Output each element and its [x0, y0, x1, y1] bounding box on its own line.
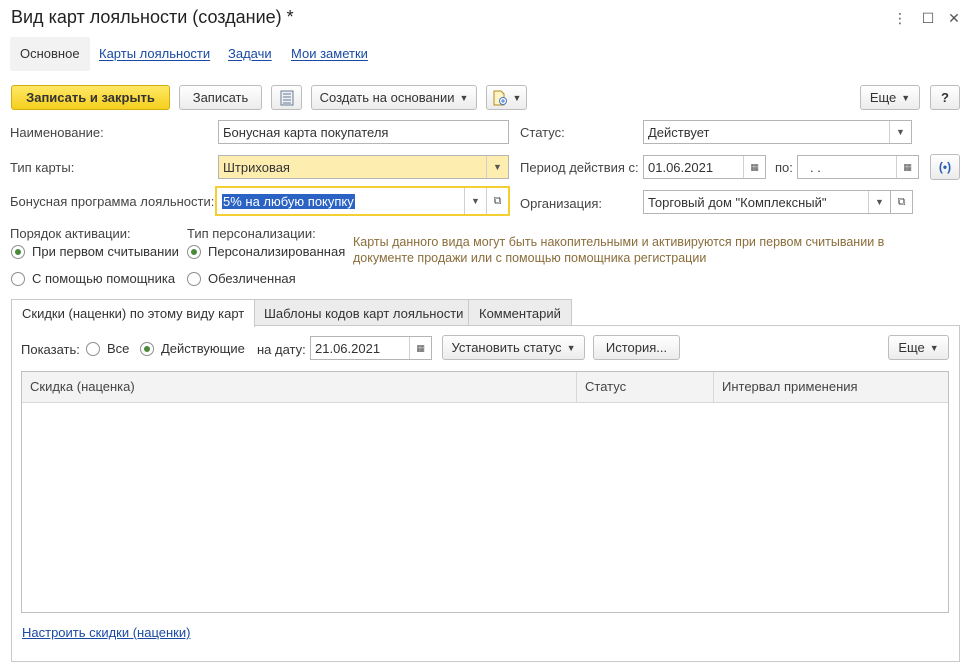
card-type-label: Тип карты: — [10, 160, 75, 175]
more-label: Еще — [869, 90, 897, 105]
calendar-icon[interactable]: ▦ — [896, 156, 918, 178]
name-value: Бонусная карта покупателя — [223, 124, 389, 140]
show-all-radio[interactable]: Все — [86, 341, 129, 356]
report-button[interactable] — [271, 85, 302, 110]
name-label: Наименование: — [10, 125, 104, 140]
program-select[interactable]: 5% на любую покупку ▼ ⧉ — [215, 186, 510, 216]
radio-label: Все — [107, 341, 130, 356]
activation-label: Порядок активации: — [10, 226, 131, 241]
show-active-radio[interactable]: Действующие — [140, 341, 245, 356]
chevron-down-icon: ▼ — [459, 92, 469, 103]
help-icon: ? — [941, 90, 949, 105]
nav-main[interactable]: Основное — [10, 37, 90, 71]
broadcast-icon: (•) — [938, 160, 952, 174]
save-and-close-button[interactable]: Записать и закрыть — [11, 85, 170, 110]
set-status-label: Установить статус — [451, 340, 562, 355]
save-and-close-label: Записать и закрыть — [26, 90, 155, 105]
organization-select[interactable]: Торговый дом "Комплексный" ▼ — [643, 190, 891, 214]
nav-tasks[interactable]: Задачи — [228, 37, 272, 71]
period-to-value: . . — [810, 159, 821, 175]
anonymous-radio[interactable]: Обезличенная — [187, 271, 296, 286]
date-label: на дату: — [257, 342, 306, 357]
document-list-icon — [280, 90, 293, 105]
personalization-label: Тип персонализации: — [187, 226, 316, 241]
period-from-value: 01.06.2021 — [648, 159, 714, 175]
show-label: Показать: — [21, 342, 80, 357]
configure-discounts-link[interactable]: Настроить скидки (наценки) — [22, 625, 190, 640]
period-from-label: Период действия с: — [520, 160, 639, 175]
tab-comment[interactable]: Комментарий — [468, 299, 572, 326]
dropdown-icon[interactable]: ▼ — [868, 191, 890, 213]
radio-dot — [11, 271, 25, 286]
tab-code-templates[interactable]: Шаблоны кодов карт лояльности — [253, 299, 475, 326]
personalized-radio[interactable]: Персонализированная — [187, 244, 345, 259]
column-header-status[interactable]: Статус — [577, 372, 714, 403]
period-settings-button[interactable]: (•) — [930, 154, 960, 180]
status-value: Действует — [648, 124, 710, 140]
history-button[interactable]: История... — [593, 335, 680, 360]
attachments-button[interactable]: ▼ — [486, 85, 527, 110]
dropdown-icon[interactable]: ▼ — [889, 121, 911, 143]
activation-first-read-radio[interactable]: При первом считывании — [11, 244, 179, 259]
program-label: Бонусная программа лояльности: — [10, 194, 215, 209]
card-type-value: Штриховая — [223, 159, 290, 175]
column-header-interval[interactable]: Интервал применения — [714, 372, 950, 403]
filter-date-value: 21.06.2021 — [315, 340, 381, 356]
radio-label: При первом считывании — [32, 244, 179, 259]
open-icon[interactable]: ⧉ — [486, 188, 508, 214]
chevron-down-icon: ▼ — [512, 92, 522, 103]
close-icon[interactable]: ✕ — [943, 8, 965, 28]
activation-assistant-radio[interactable]: С помощью помощника — [11, 271, 175, 286]
history-label: История... — [605, 340, 668, 355]
radio-dot — [86, 341, 100, 356]
radio-label: Действующие — [161, 341, 245, 356]
grid-more-label: Еще — [898, 340, 925, 355]
discounts-table[interactable]: Скидка (наценка) Статус Интервал примене… — [21, 371, 949, 613]
dropdown-icon[interactable]: ▼ — [464, 188, 486, 214]
period-to-input[interactable]: . . ▦ — [797, 155, 919, 179]
radio-dot — [11, 244, 25, 259]
chevron-down-icon: ▼ — [929, 342, 939, 353]
table-header: Скидка (наценка) Статус Интервал примене… — [22, 372, 948, 403]
maximize-icon[interactable]: ☐ — [917, 8, 939, 28]
more-button[interactable]: Еще ▼ — [860, 85, 920, 110]
calendar-icon[interactable]: ▦ — [743, 156, 765, 178]
create-based-on-label: Создать на основании — [319, 90, 455, 105]
help-button[interactable]: ? — [930, 85, 960, 110]
save-button[interactable]: Записать — [179, 85, 262, 110]
radio-label: С помощью помощника — [32, 271, 176, 286]
radio-dot — [187, 271, 201, 286]
hint-text: Карты данного вида могут быть накопитель… — [353, 235, 885, 265]
organization-value: Торговый дом "Комплексный" — [648, 194, 827, 210]
chevron-down-icon: ▼ — [566, 342, 576, 353]
nav-notes[interactable]: Мои заметки — [291, 37, 368, 71]
column-header-discount[interactable]: Скидка (наценка) — [22, 372, 577, 403]
period-to-label: по: — [775, 160, 793, 175]
window-title: Вид карт лояльности (создание) * — [11, 7, 294, 27]
attach-file-icon — [493, 90, 507, 105]
grid-more-button[interactable]: Еще ▼ — [888, 335, 949, 360]
radio-label: Персонализированная — [208, 244, 346, 259]
radio-dot — [140, 341, 154, 356]
status-label: Статус: — [520, 125, 565, 140]
more-actions-icon[interactable]: ⋮ — [889, 8, 911, 28]
status-select[interactable]: Действует ▼ — [643, 120, 912, 144]
radio-label: Обезличенная — [208, 271, 296, 286]
chevron-down-icon: ▼ — [901, 92, 911, 103]
open-organization-icon[interactable]: ⧉ — [891, 190, 913, 214]
create-based-on-button[interactable]: Создать на основании ▼ — [311, 85, 477, 110]
nav-loyalty-cards[interactable]: Карты лояльности — [99, 37, 210, 71]
name-input[interactable]: Бонусная карта покупателя — [218, 120, 509, 144]
organization-label: Организация: — [520, 196, 603, 211]
period-from-input[interactable]: 01.06.2021 ▦ — [643, 155, 766, 179]
dropdown-icon[interactable]: ▼ — [486, 156, 508, 178]
program-value: 5% на любую покупку — [222, 193, 355, 209]
save-label: Записать — [192, 90, 249, 105]
radio-dot — [187, 244, 201, 259]
calendar-icon[interactable]: ▦ — [409, 337, 431, 359]
tab-discounts[interactable]: Скидки (наценки) по этому виду карт — [11, 299, 256, 327]
card-type-select[interactable]: Штриховая ▼ — [218, 155, 509, 179]
set-status-button[interactable]: Установить статус ▼ — [442, 335, 585, 360]
filter-date-input[interactable]: 21.06.2021 ▦ — [310, 336, 432, 360]
